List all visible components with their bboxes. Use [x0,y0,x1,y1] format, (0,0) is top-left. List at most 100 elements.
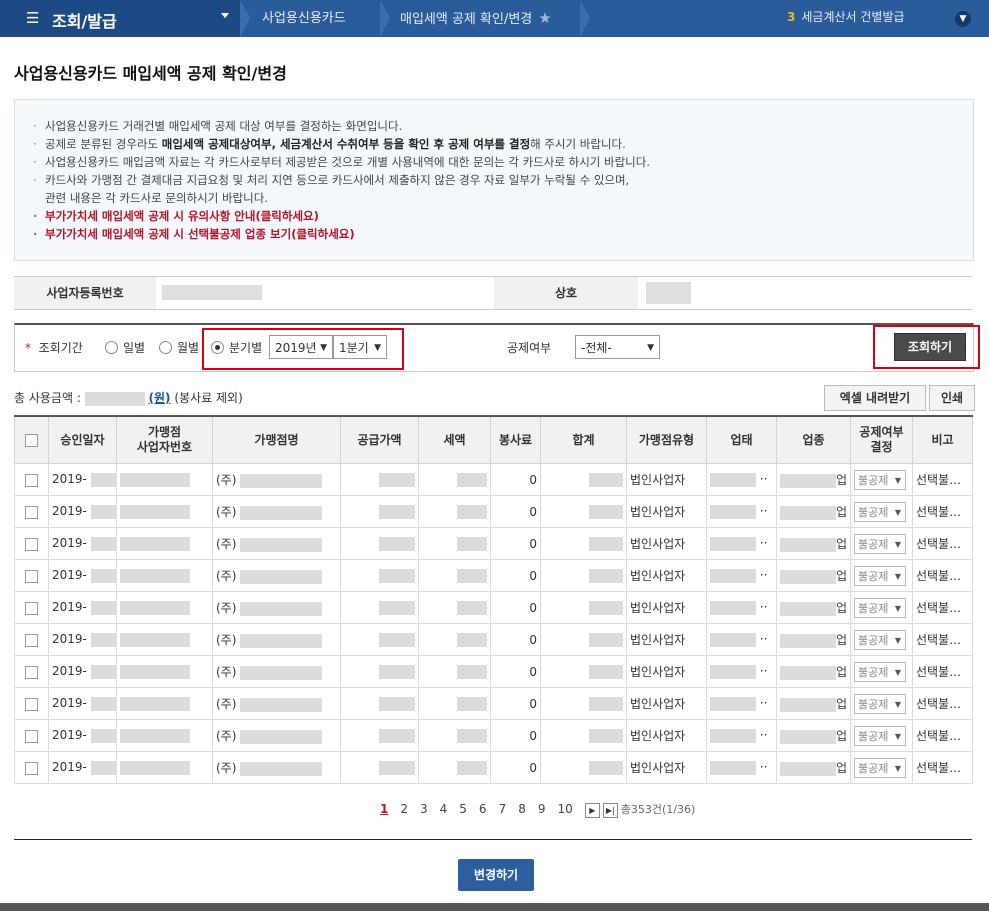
main-menu-label: 조회/발급 [52,12,117,31]
row-checkbox[interactable] [25,761,38,775]
print-button[interactable]: 인쇄 [929,385,975,411]
table-row[interactable]: 2019- (주) 0 법인사업자 ·· 업 불공제 ▼ 선택불… [14,559,973,592]
company-name-value [646,282,691,304]
supply-amount-cell [340,623,419,656]
row-checkbox[interactable] [25,633,38,647]
deduct-decision-select[interactable]: 불공제 ▼ [854,533,906,554]
table-row[interactable]: 2019- (주) 0 법인사업자 ·· 업 불공제 ▼ 선택불… [14,463,973,496]
next-page-icon[interactable]: ▶ [584,803,600,818]
blurred-value [589,760,623,775]
tax-amount-cell [418,527,491,560]
page-link[interactable]: 5 [459,802,467,816]
deduct-decision-select[interactable]: 불공제 ▼ [854,757,906,778]
row-checkbox[interactable] [25,697,38,711]
blurred-value [780,569,836,584]
deduct-decision-select[interactable]: 불공제 ▼ [854,501,906,522]
deduct-decision-select[interactable]: 불공제 ▼ [854,469,906,490]
deduct-decision-select[interactable]: 불공제 ▼ [854,661,906,682]
main-menu-button[interactable]: ☰ 조회/발급 [0,0,240,37]
industry-cell: 업 [776,559,851,592]
breadcrumb-separator [380,0,390,37]
total-unit-link[interactable]: (원) [149,391,171,405]
page-link[interactable]: 6 [479,802,487,816]
blurred-value [457,568,487,583]
favorite-star-icon[interactable]: ★ [538,9,551,27]
merchant-name-cell: (주) [212,751,341,784]
page-link[interactable]: 2 [400,802,408,816]
breadcrumb-item-current[interactable]: 매입세액 공제 확인/변경 ★ [400,0,552,37]
business-type-cell: ·· [706,623,777,656]
quick-link[interactable]: 3 세금계산서 건별발급 [787,8,905,25]
deduct-decision-select[interactable]: 불공제 ▼ [854,629,906,650]
deduct-filter-label: 공제여부 [507,341,552,355]
blurred-value [379,664,415,679]
total-cell [540,719,627,752]
column-header: 합계 [540,415,627,464]
select-all-checkbox[interactable] [25,433,38,447]
notice-link-industry[interactable]: 부가가치세 매입세액 공제 시 선택불공제 업종 보기(클릭하세요) [33,225,973,243]
deduct-filter-select[interactable]: -전체- ▼ [575,335,660,359]
notice-emphasis: 매입세액 공제대상여부, 세금계산서 수취여부 등을 확인 후 공제 여부를 결… [161,137,531,151]
row-checkbox[interactable] [25,729,38,743]
table-row[interactable]: 2019- (주) 0 법인사업자 ·· 업 불공제 ▼ 선택불… [14,655,973,688]
chevron-down-icon[interactable]: ▼ [955,11,971,27]
note-cell: 선택불… [912,463,973,496]
deduct-decision-select[interactable]: 불공제 ▼ [854,565,906,586]
merchant-type-cell: 법인사업자 [626,719,707,752]
blurred-value [120,600,190,615]
table-row[interactable]: 2019- (주) 0 법인사업자 ·· 업 불공제 ▼ 선택불… [14,751,973,784]
page-link[interactable]: 4 [440,802,448,816]
select-all-header [14,415,49,464]
row-checkbox[interactable] [25,569,38,583]
row-checkbox[interactable] [25,537,38,551]
table-row[interactable]: 2019- (주) 0 법인사업자 ·· 업 불공제 ▼ 선택불… [14,527,973,560]
industry-cell: 업 [776,495,851,528]
deduct-decision-cell: 불공제 ▼ [850,623,913,656]
change-button[interactable]: 변경하기 [458,859,534,891]
approval-date: 2019- [52,728,87,743]
notice-link-caution[interactable]: 부가가치세 매입세액 공제 시 유의사항 안내(클릭하세요) [33,207,973,225]
page-link[interactable]: 9 [538,802,546,816]
supply-amount-cell [340,559,419,592]
excel-download-button[interactable]: 엑셀 내려받기 [824,385,926,411]
service-fee-cell: 0 [490,527,541,560]
reg-number-value [162,285,262,300]
table-row[interactable]: 2019- (주) 0 법인사업자 ·· 업 불공제 ▼ 선택불… [14,623,973,656]
row-checkbox[interactable] [25,473,38,487]
radio-monthly[interactable]: 월별 [159,339,199,356]
industry-cell: 업 [776,463,851,496]
breadcrumb-item-card[interactable]: 사업용신용카드 [262,0,346,37]
radio-circle[interactable] [105,341,118,354]
row-checkbox[interactable] [25,505,38,519]
page-link[interactable]: 7 [499,802,507,816]
table-row[interactable]: 2019- (주) 0 법인사업자 ·· 업 불공제 ▼ 선택불… [14,495,973,528]
deduct-decision-select[interactable]: 불공제 ▼ [854,597,906,618]
table-row[interactable]: 2019- (주) 0 법인사업자 ·· 업 불공제 ▼ 선택불… [14,591,973,624]
merchant-bizno-cell [116,719,213,752]
supply-amount-cell [340,719,419,752]
approval-date: 2019- [52,472,87,487]
deduct-decision-cell: 불공제 ▼ [850,655,913,688]
tax-amount-cell [418,719,491,752]
merchant-name-cell: (주) [212,719,341,752]
blurred-value [120,472,190,487]
last-page-icon[interactable]: ▶| [602,803,618,818]
table-row[interactable]: 2019- (주) 0 법인사업자 ·· 업 불공제 ▼ 선택불… [14,687,973,720]
blurred-value [457,600,487,615]
merchant-name-cell: (주) [212,655,341,688]
pagination-summary: 총353건(1/36) [620,803,696,816]
page-link[interactable]: 10 [557,802,572,816]
radio-daily[interactable]: 일별 [105,339,145,356]
table-row[interactable]: 2019- (주) 0 법인사업자 ·· 업 불공제 ▼ 선택불… [14,719,973,752]
page-link[interactable]: 8 [518,802,526,816]
page-link[interactable]: 1 [380,802,388,816]
row-checkbox[interactable] [25,665,38,679]
page-link[interactable]: 3 [420,802,428,816]
radio-circle[interactable] [159,341,172,354]
row-checkbox[interactable] [25,601,38,615]
deduct-decision-select[interactable]: 불공제 ▼ [854,725,906,746]
deduct-decision-select[interactable]: 불공제 ▼ [854,693,906,714]
search-panel: * 조회기간 일별 월별 분기별 2019년 ▼ 1분기 ▼ 공제여부 -전체- ▼ … [14,323,980,372]
transactions-table: 승인일자 가맹점 사업자번호 가맹점명 공급가액 세액 봉사료 합계 가맹점유형… [14,415,973,784]
blurred-value [710,600,756,615]
